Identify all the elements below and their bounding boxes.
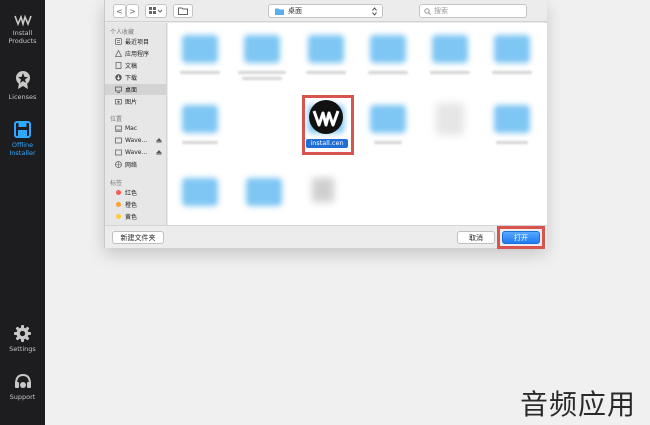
- blurred-label: [238, 71, 286, 74]
- location-select[interactable]: 桌面: [268, 4, 383, 18]
- search-icon: [424, 7, 431, 15]
- blurred-folder-icon[interactable]: [308, 35, 344, 63]
- sidebar-item-applications[interactable]: 应用程序: [105, 48, 167, 59]
- document-icon: [115, 62, 122, 69]
- globe-icon: [115, 161, 122, 168]
- blurred-folder-icon[interactable]: [244, 35, 280, 63]
- cancel-button[interactable]: 取消: [457, 231, 495, 244]
- sidebar-item-label: Settings: [9, 345, 36, 353]
- blurred-label: [492, 71, 532, 74]
- blurred-folder-icon[interactable]: [370, 105, 406, 133]
- dialog-bottom-bar: 新建文件夹 取消 打开: [105, 225, 547, 249]
- sidebar-item-network[interactable]: 网络: [105, 159, 167, 170]
- license-badge-icon: [15, 71, 30, 89]
- save-disk-icon: [14, 121, 31, 138]
- sidebar-item-tag-red[interactable]: 红色: [105, 187, 167, 198]
- blurred-label: [368, 71, 408, 74]
- back-button[interactable]: <: [113, 4, 126, 18]
- view-mode-button[interactable]: [145, 4, 167, 18]
- blurred-document-icon[interactable]: [436, 103, 464, 135]
- blurred-label: [182, 141, 218, 144]
- blurred-folder-icon[interactable]: [182, 35, 218, 63]
- eject-icon[interactable]: [156, 149, 162, 156]
- desktop-icon: [115, 86, 122, 93]
- folder-icon: [275, 8, 284, 15]
- clock-icon: [115, 38, 122, 45]
- drive-icon: [115, 149, 122, 156]
- grid-view-icon: [149, 7, 163, 14]
- favorites-header: 个人收藏: [110, 29, 135, 36]
- folder-icon: [178, 7, 188, 15]
- sidebar-item-label: Support: [9, 393, 36, 401]
- sidebar-item-waves-drive-1[interactable]: Wave...: [105, 135, 167, 146]
- dialog-sidebar: 个人收藏 最近项目 应用程序 文稿 下载 桌面 图片 位置 Mac Wave..…: [105, 23, 167, 225]
- blurred-folder-icon[interactable]: [182, 178, 218, 206]
- blurred-folder-icon[interactable]: [432, 35, 468, 63]
- sidebar-item-settings[interactable]: Settings: [0, 325, 45, 353]
- gear-icon: [14, 325, 31, 342]
- file-open-dialog: < > 桌面 搜索 个人收藏 最近项目 应用程序 文稿 下载 桌面 图片 位置 …: [104, 0, 547, 249]
- sidebar-item-label: Install Products: [8, 29, 37, 45]
- blurred-label: [374, 141, 402, 144]
- sidebar-item-support[interactable]: Support: [0, 374, 45, 401]
- blurred-label: [180, 71, 220, 74]
- location-label: 桌面: [288, 7, 302, 15]
- search-placeholder: 搜索: [434, 7, 448, 15]
- sidebar-item-install-products[interactable]: Install Products: [0, 14, 45, 45]
- sidebar-item-tag-orange[interactable]: 橙色: [105, 199, 167, 210]
- new-folder-button[interactable]: 新建文件夹: [112, 231, 164, 244]
- blurred-label: [496, 141, 528, 144]
- tag-yellow-dot: [116, 214, 121, 219]
- blurred-folder-icon[interactable]: [494, 105, 530, 133]
- blurred-label: [430, 71, 470, 74]
- app-sidebar: Install Products Licenses Offline Instal…: [0, 0, 45, 425]
- locations-header: 位置: [110, 116, 123, 123]
- computer-icon: [115, 125, 122, 132]
- waves-logo-icon: [13, 14, 32, 26]
- highlight-box-file: [302, 95, 354, 155]
- blurred-document-icon[interactable]: [312, 178, 334, 202]
- watermark-text: 音频应用: [520, 388, 637, 421]
- sidebar-item-desktop[interactable]: 桌面: [105, 84, 167, 95]
- apps-icon: [115, 50, 122, 57]
- tags-header: 标签: [110, 180, 123, 187]
- search-input[interactable]: 搜索: [419, 4, 527, 18]
- sidebar-item-licenses[interactable]: Licenses: [0, 70, 45, 101]
- download-icon: [115, 74, 122, 81]
- blurred-folder-icon[interactable]: [246, 178, 282, 206]
- eject-icon[interactable]: [156, 137, 162, 144]
- sidebar-item-pictures[interactable]: 图片: [105, 96, 167, 107]
- blurred-folder-icon[interactable]: [494, 35, 530, 63]
- sidebar-item-waves-drive-2[interactable]: Wave...: [105, 147, 167, 158]
- tag-orange-dot: [116, 202, 121, 207]
- blurred-label: [242, 77, 282, 80]
- sidebar-item-downloads[interactable]: 下载: [105, 72, 167, 83]
- sidebar-item-label: Licenses: [8, 93, 37, 101]
- blurred-folder-icon[interactable]: [370, 35, 406, 63]
- sidebar-item-tag-yellow[interactable]: 黄色: [105, 211, 167, 222]
- file-grid: install.cen: [168, 23, 547, 225]
- camera-icon: [115, 99, 122, 105]
- drive-icon: [115, 137, 122, 144]
- forward-button[interactable]: >: [126, 4, 139, 18]
- sidebar-item-label: Offline Installer: [9, 141, 36, 157]
- sidebar-item-documents[interactable]: 文稿: [105, 60, 167, 71]
- headset-icon: [14, 374, 31, 388]
- highlight-box-open: [497, 226, 545, 249]
- blurred-label: [306, 71, 346, 74]
- sidebar-item-offline-installer[interactable]: Offline Installer: [0, 121, 45, 157]
- sidebar-item-mac[interactable]: Mac: [105, 123, 167, 134]
- tag-red-dot: [116, 190, 121, 195]
- chevron-updown-icon: [372, 7, 377, 16]
- blurred-folder-icon[interactable]: [182, 105, 218, 133]
- sidebar-item-recents[interactable]: 最近项目: [105, 36, 167, 47]
- dialog-toolbar: < > 桌面 搜索: [105, 0, 547, 22]
- new-folder-toolbar-button[interactable]: [173, 4, 193, 18]
